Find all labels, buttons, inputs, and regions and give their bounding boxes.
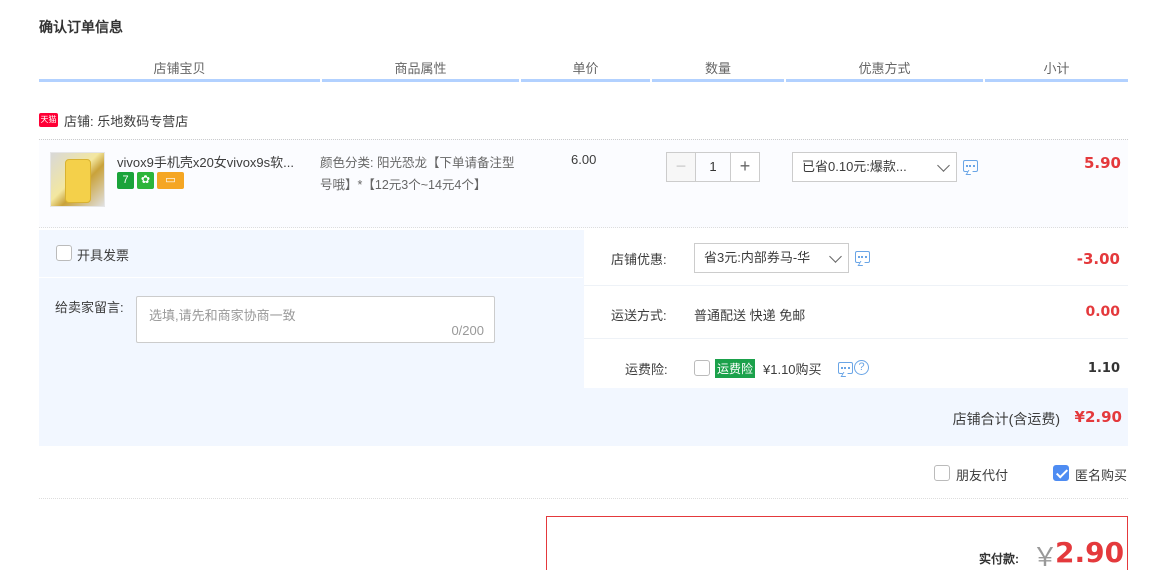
quantity-input[interactable]: 1 bbox=[696, 152, 730, 182]
chevron-down-icon bbox=[937, 159, 950, 172]
friend-pay-checkbox[interactable] bbox=[934, 465, 950, 481]
item-subtotal: 5.90 bbox=[1083, 154, 1121, 172]
order-item-row: vivox9手机壳x20女vivox9s软... 7 ✿ ▭ 颜色分类: 阳光恐… bbox=[39, 139, 1128, 228]
order-details-panel: 开具发票 给卖家留言: 选填,请先和商家协商一致 0/200 店铺优惠: 省3元… bbox=[39, 230, 1128, 446]
divider bbox=[39, 498, 1128, 499]
message-counter: 0/200 bbox=[451, 323, 484, 338]
pay-label: 实付款: bbox=[979, 552, 1019, 566]
friend-pay-label: 朋友代付 bbox=[956, 468, 1009, 483]
insurance-label: 运费险: bbox=[625, 362, 668, 377]
invoice-label: 开具发票 bbox=[77, 248, 130, 263]
invoice-checkbox[interactable] bbox=[56, 245, 72, 261]
shipping-amount: 0.00 bbox=[1085, 304, 1120, 320]
item-discount-value: 已省0.10元:爆款... bbox=[802, 159, 907, 174]
column-header-subtotal: 小计 bbox=[985, 58, 1128, 82]
guarantee-icon[interactable]: ✿ bbox=[137, 172, 154, 189]
column-header-unit-price: 单价 bbox=[521, 58, 650, 82]
message-label: 给卖家留言: bbox=[55, 300, 124, 315]
insurance-badge: 运费险 bbox=[715, 359, 756, 378]
service-badges: 7 ✿ ▭ bbox=[117, 172, 184, 189]
phone-case-image bbox=[65, 159, 91, 203]
unit-price: 6.00 bbox=[571, 152, 597, 167]
anonymous-purchase-label: 匿名购买 bbox=[1075, 468, 1128, 483]
credit-card-icon[interactable]: ▭ bbox=[157, 172, 184, 189]
shop-discount-select[interactable]: 省3元:内部券马-华 bbox=[694, 243, 849, 273]
message-placeholder: 选填,请先和商家协商一致 bbox=[149, 308, 296, 323]
product-name-link[interactable]: vivox9手机壳x20女vivox9s软... bbox=[117, 152, 317, 171]
shipping-label: 运送方式: bbox=[611, 308, 667, 323]
seller-message-textarea[interactable]: 选填,请先和商家协商一致 0/200 bbox=[136, 296, 495, 343]
chevron-down-icon bbox=[829, 250, 842, 263]
anonymous-purchase-checkbox[interactable] bbox=[1053, 465, 1069, 481]
quantity-stepper: − 1 + bbox=[666, 152, 760, 182]
item-discount-select[interactable]: 已省0.10元:爆款... bbox=[792, 152, 957, 182]
product-attributes: 颜色分类: 阳光恐龙【下单请备注型号哦】*【12元3个~14元4个】 bbox=[320, 156, 515, 192]
shipping-method: 普通配送 快递 免邮 bbox=[694, 308, 806, 323]
chat-icon[interactable] bbox=[838, 362, 853, 374]
product-thumbnail[interactable] bbox=[50, 152, 105, 207]
shop-total-label: 店铺合计(含运费) bbox=[952, 411, 1060, 427]
seven-day-return-icon[interactable]: 7 bbox=[117, 172, 134, 189]
column-header-attributes: 商品属性 bbox=[322, 58, 519, 82]
chat-icon[interactable] bbox=[963, 160, 978, 172]
quantity-increase-button[interactable]: + bbox=[730, 152, 760, 182]
pay-amount: 2.90 bbox=[1055, 536, 1125, 569]
table-header: 店铺宝贝 商品属性 单价 数量 优惠方式 小计 bbox=[39, 58, 1128, 82]
shop-row: 天猫 店铺: 乐地数码专营店 bbox=[39, 111, 188, 129]
insurance-amount: 1.10 bbox=[1087, 361, 1120, 376]
payment-summary-box: 实付款: ￥ 2.90 bbox=[546, 516, 1128, 570]
quantity-decrease-button[interactable]: − bbox=[666, 152, 696, 182]
shop-fees: 店铺优惠: 省3元:内部券马-华 -3.00 运送方式: 普通配送 快递 免邮 … bbox=[584, 230, 1128, 388]
chat-icon[interactable] bbox=[855, 251, 870, 263]
tmall-icon: 天猫 bbox=[39, 113, 58, 127]
column-header-quantity: 数量 bbox=[652, 58, 784, 82]
page-title: 确认订单信息 bbox=[39, 19, 123, 35]
buyer-options: 开具发票 给卖家留言: 选填,请先和商家协商一致 0/200 bbox=[39, 230, 583, 388]
column-header-shop-item: 店铺宝贝 bbox=[39, 58, 320, 82]
shop-total-amount: ¥2.90 bbox=[1074, 408, 1122, 426]
shop-discount-value: 省3元:内部券马-华 bbox=[704, 250, 811, 265]
insurance-price: ¥1.10购买 bbox=[763, 362, 822, 377]
shop-discount-amount: -3.00 bbox=[1076, 250, 1120, 268]
insurance-checkbox[interactable] bbox=[694, 360, 710, 376]
shop-name[interactable]: 店铺: 乐地数码专营店 bbox=[64, 111, 188, 130]
shop-discount-label: 店铺优惠: bbox=[611, 252, 667, 267]
column-header-discount: 优惠方式 bbox=[786, 58, 983, 82]
help-icon[interactable]: ? bbox=[854, 360, 869, 375]
